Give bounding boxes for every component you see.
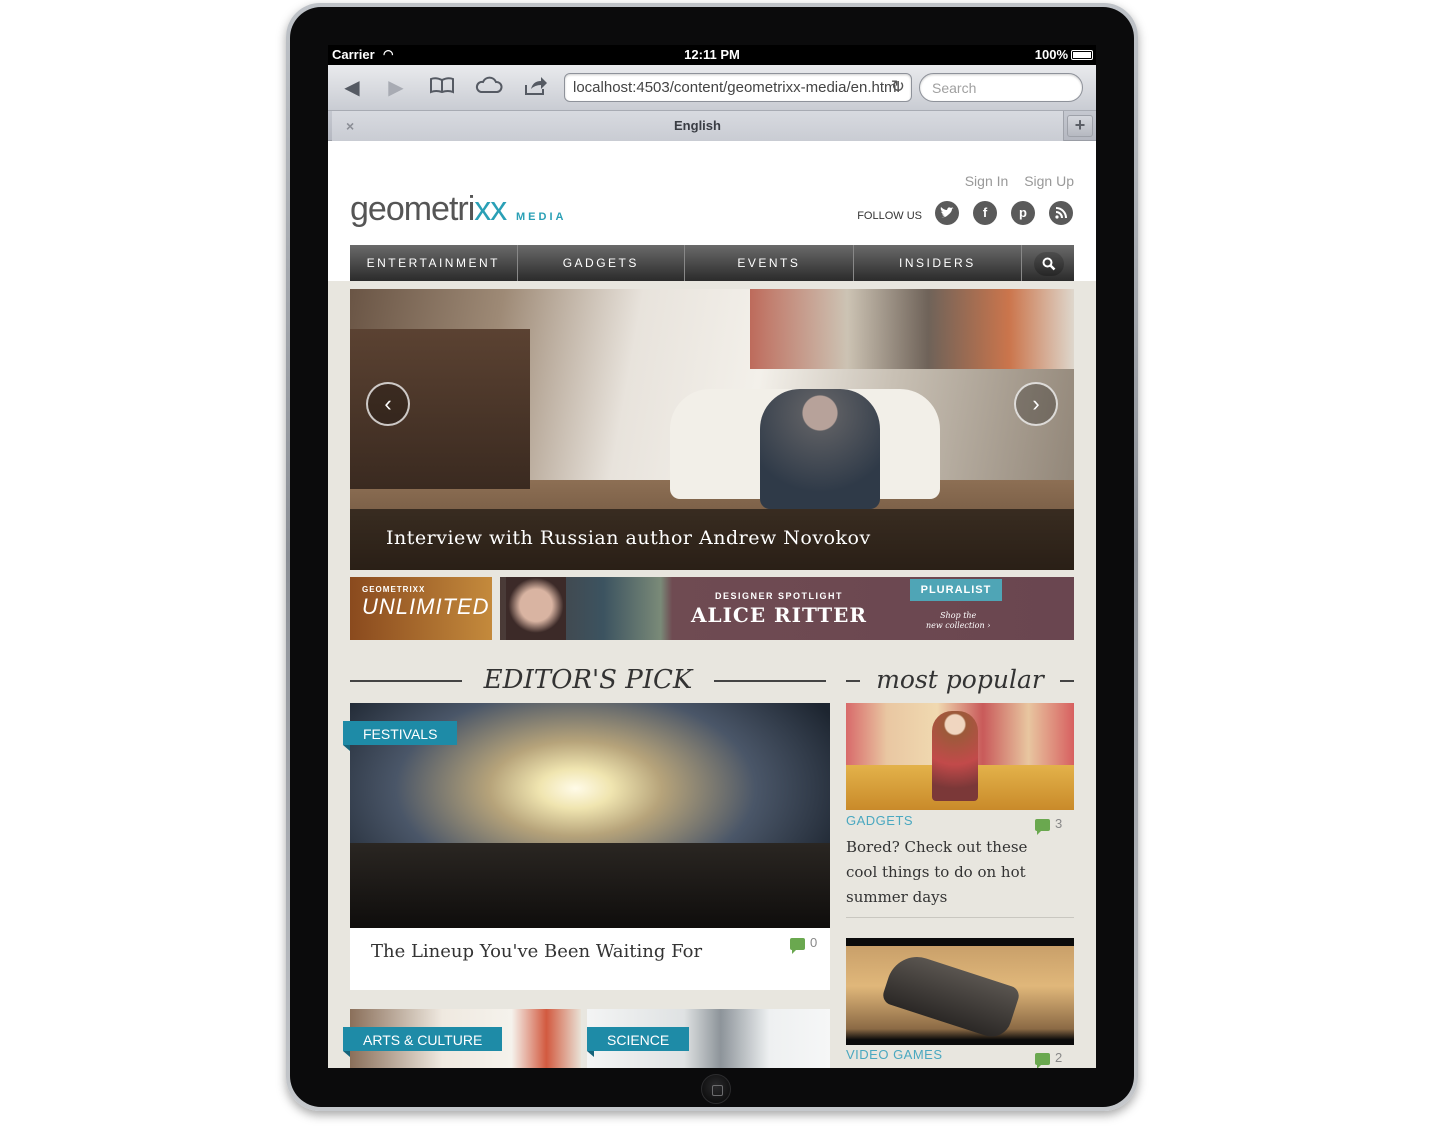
- carousel-next-icon[interactable]: ›: [1014, 382, 1058, 426]
- popular-image: [846, 703, 1074, 810]
- tab-bar: × English +: [328, 111, 1096, 141]
- auth-links: Sign In Sign Up: [953, 173, 1074, 189]
- banner-shop-line1: Shop the: [940, 611, 977, 620]
- search-icon[interactable]: [1034, 252, 1065, 276]
- popular-image: [846, 938, 1074, 1045]
- banner-designer-spotlight[interactable]: DESIGNER SPOTLIGHT ALICE RITTER PLURALIS…: [500, 577, 1074, 640]
- bookmarks-icon[interactable]: [427, 76, 457, 100]
- twitter-icon[interactable]: [935, 201, 959, 225]
- feature-image-crowd: [350, 843, 830, 928]
- banner-kicker: DESIGNER SPOTLIGHT: [715, 591, 844, 601]
- popular-category[interactable]: VIDEO GAMES: [846, 1047, 943, 1062]
- popular-image-figure: [932, 711, 978, 801]
- hero-caption[interactable]: Interview with Russian author Andrew Nov…: [350, 509, 1074, 570]
- popular-comment-value: 2: [1055, 1050, 1063, 1065]
- comment-count-value: 0: [810, 935, 818, 950]
- popular-item[interactable]: VIDEO GAMES 2: [846, 938, 1074, 1068]
- banner-shop-line2: new collection ›: [926, 621, 991, 630]
- nav-search[interactable]: [1022, 245, 1074, 281]
- nav-events[interactable]: EVENTS: [685, 245, 854, 281]
- banner-unlimited[interactable]: GEOMETRIXX UNLIMITED: [350, 577, 492, 640]
- comment-icon: [790, 937, 805, 954]
- hero-carousel[interactable]: ‹ › Interview with Russian author Andrew…: [350, 289, 1074, 570]
- banner-designer-name: ALICE RITTER: [691, 603, 867, 627]
- search-input[interactable]: Search: [919, 73, 1083, 102]
- browser-toolbar: ◀ ▶ localhost:4503/content/geometrixx-me…: [328, 65, 1096, 111]
- url-field[interactable]: localhost:4503/content/geometrixx-media/…: [564, 73, 912, 102]
- comment-count[interactable]: 0: [790, 935, 818, 954]
- follow-us-label: FOLLOW US: [857, 210, 922, 222]
- hero-image-records: [750, 289, 1074, 369]
- comment-icon: [1035, 818, 1050, 835]
- popular-title[interactable]: Bored? Check out these cool things to do…: [846, 835, 1036, 910]
- popular-category[interactable]: GADGETS: [846, 813, 913, 828]
- banner-shop-text: Shop the new collection ›: [926, 611, 990, 631]
- feature-title[interactable]: The Lineup You've Been Waiting For: [371, 941, 702, 962]
- popular-rule-right: [1060, 680, 1074, 682]
- category-tag[interactable]: FESTIVALS: [343, 721, 458, 751]
- editors-pick-heading: EDITOR'S PICK: [483, 665, 693, 695]
- heading-rule-left: [350, 680, 462, 682]
- home-button[interactable]: [701, 1074, 731, 1104]
- popular-item[interactable]: GADGETS 3 Bored? Check out these cool th…: [846, 703, 1074, 918]
- clock: 12:11 PM: [684, 47, 740, 62]
- web-page: geometrixx MEDIA Sign In Sign Up FOLLOW …: [328, 141, 1096, 1068]
- banner-pluralist-logo: PLURALIST: [910, 579, 1002, 601]
- popular-divider: [846, 917, 1074, 918]
- logo-text: geometri: [350, 190, 475, 228]
- facebook-icon[interactable]: f: [973, 201, 997, 225]
- nav-entertainment[interactable]: ENTERTAINMENT: [350, 245, 518, 281]
- banner-unlimited-kicker: GEOMETRIXX: [362, 585, 426, 594]
- tab-english[interactable]: × English: [332, 111, 1064, 141]
- new-tab-button[interactable]: +: [1067, 115, 1093, 137]
- banner-unlimited-title: UNLIMITED: [362, 594, 490, 619]
- heading-rule-right: [714, 680, 826, 682]
- banner-model-image: [506, 577, 566, 640]
- sign-in-link[interactable]: Sign In: [965, 173, 1009, 189]
- carousel-prev-icon[interactable]: ‹: [366, 382, 410, 426]
- feature-card[interactable]: FESTIVALS The Lineup You've Been Waiting…: [343, 703, 830, 990]
- most-popular-heading: most popular: [876, 665, 1044, 694]
- nav-gadgets[interactable]: GADGETS: [518, 245, 686, 281]
- logo-subtitle: MEDIA: [516, 211, 567, 223]
- site-header: geometrixx MEDIA Sign In Sign Up FOLLOW …: [328, 141, 1096, 281]
- back-icon[interactable]: ◀: [337, 76, 367, 100]
- comment-icon: [1035, 1052, 1050, 1068]
- icloud-tabs-icon[interactable]: [474, 76, 504, 100]
- tab-title: English: [674, 118, 721, 133]
- battery-percent: 100%: [1034, 47, 1068, 62]
- status-bar: Carrier ◠ 12:11 PM 100%: [328, 45, 1096, 65]
- nav-insiders[interactable]: INSIDERS: [854, 245, 1023, 281]
- main-nav: ENTERTAINMENT GADGETS EVENTS INSIDERS: [350, 245, 1074, 281]
- logo-accent: xx: [474, 190, 507, 228]
- site-logo[interactable]: geometrixx: [350, 190, 507, 229]
- rss-icon[interactable]: [1049, 201, 1073, 225]
- ipad-screen: Carrier ◠ 12:11 PM 100% ◀ ▶ localhost:45…: [328, 45, 1096, 1068]
- share-icon[interactable]: [521, 76, 551, 100]
- reload-icon[interactable]: ↻: [891, 77, 905, 97]
- category-tag-arts[interactable]: ARTS & CULTURE: [343, 1027, 503, 1057]
- hero-image-reader: [760, 389, 880, 509]
- battery-icon: [1071, 50, 1093, 60]
- popular-image-ship: [880, 949, 1022, 1042]
- popular-comment-value: 3: [1055, 816, 1063, 831]
- sign-up-link[interactable]: Sign Up: [1024, 173, 1074, 189]
- url-text: localhost:4503/content/geometrixx-media/…: [573, 79, 900, 96]
- popular-comment-count[interactable]: 3: [1035, 816, 1063, 835]
- close-tab-icon[interactable]: ×: [346, 111, 354, 141]
- forward-icon[interactable]: ▶: [381, 76, 411, 100]
- popular-rule-left: [846, 680, 860, 682]
- popular-comment-count[interactable]: 2: [1035, 1050, 1063, 1068]
- category-tag-science[interactable]: SCIENCE: [587, 1027, 690, 1057]
- pinterest-icon[interactable]: p: [1011, 201, 1035, 225]
